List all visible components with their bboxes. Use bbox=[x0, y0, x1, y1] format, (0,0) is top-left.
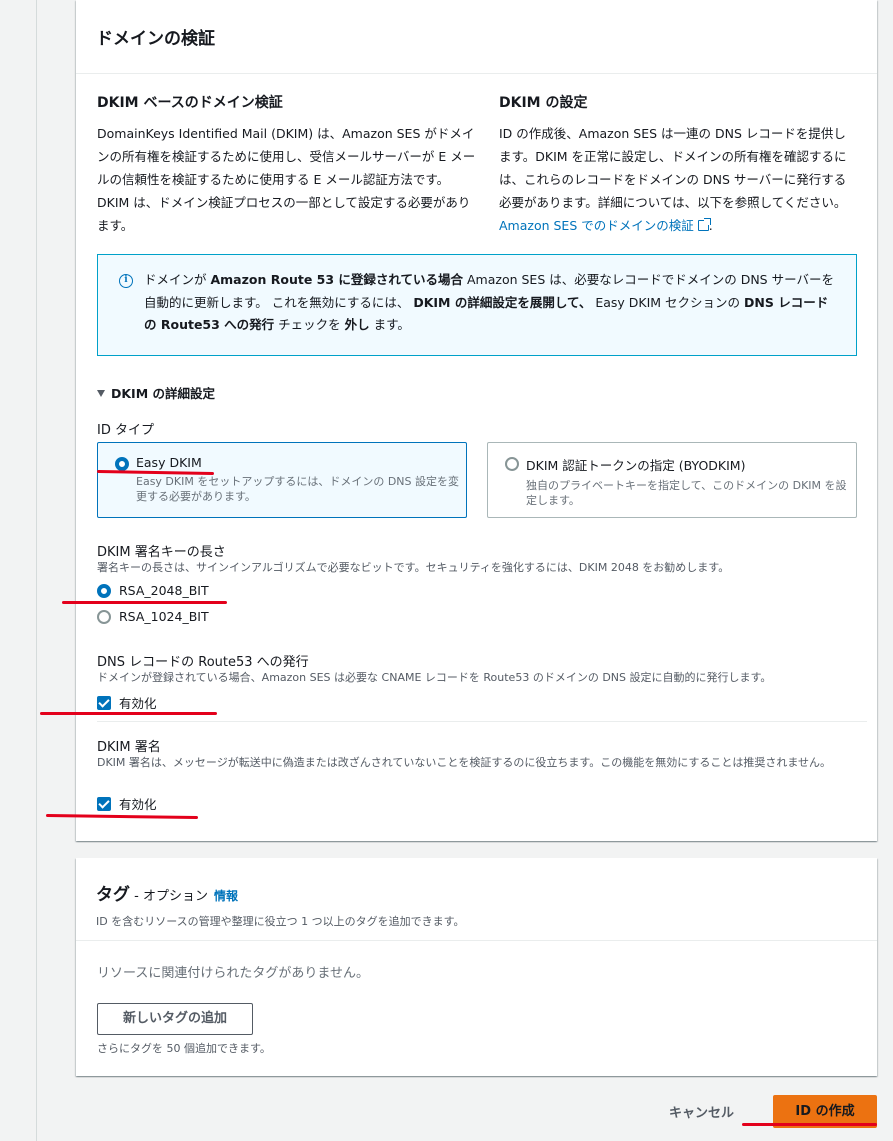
dkim-verification-heading: DKIM ベースのドメイン検証 bbox=[97, 95, 283, 111]
checkbox-checked-icon[interactable] bbox=[97, 796, 111, 811]
dkim-signing-enable-label: 有効化 bbox=[119, 797, 157, 812]
tags-limit-text: さらにタグを 50 個追加できます。 bbox=[97, 1042, 271, 1055]
info-icon: i bbox=[119, 274, 133, 288]
info-text: Easy DKIM セクションの bbox=[591, 294, 744, 310]
dkim-settings-text: ID の作成後、Amazon SES は一連の DNS レコードを提供します。D… bbox=[499, 126, 847, 233]
info-text: ドメインが bbox=[144, 272, 211, 287]
rsa-1024-option[interactable]: RSA_1024_BIT bbox=[97, 609, 209, 624]
rsa-2048-label: RSA_2048_BIT bbox=[119, 583, 209, 598]
route53-info-alert: i ドメインが Amazon Route 53 に登録されている場合 Amazo… bbox=[97, 254, 857, 356]
tags-panel: タグ - オプション 情報 ID を含むリソースの管理や整理に役立つ 1 つ以上の… bbox=[76, 858, 877, 1076]
dkim-settings-body: ID の作成後、Amazon SES は一連の DNS レコードを提供します。D… bbox=[499, 126, 847, 210]
external-link-icon bbox=[697, 218, 711, 231]
tags-panel-header: タグ - オプション 情報 ID を含むリソースの管理や整理に役立つ 1 つ以上の… bbox=[76, 858, 877, 941]
info-text: ます。 bbox=[369, 317, 410, 332]
easy-dkim-tile[interactable]: Easy DKIM Easy DKIM をセットアップするには、ドメインの DN… bbox=[97, 442, 467, 518]
checkbox-checked-icon[interactable] bbox=[97, 695, 111, 710]
key-length-desc: 署名キーの長さは、サインインアルゴリズムで必要なビットです。セキュリティを強化す… bbox=[97, 561, 730, 574]
info-bold: 外し bbox=[344, 317, 370, 332]
tags-description: ID を含むリソースの管理や整理に役立つ 1 つ以上のタグを追加できます。 bbox=[96, 915, 465, 928]
rsa-2048-option[interactable]: RSA_2048_BIT bbox=[97, 583, 209, 598]
annotation-underline bbox=[40, 712, 217, 715]
dkim-verification-text: DomainKeys Identified Mail (DKIM) は、Amaz… bbox=[97, 126, 476, 233]
easy-dkim-title: Easy DKIM bbox=[136, 455, 202, 470]
verify-domain-link-text[interactable]: Amazon SES でのドメインの検証 bbox=[499, 218, 694, 233]
add-tag-button[interactable]: 新しいタグの追加 bbox=[97, 1003, 253, 1035]
left-navigation-rail bbox=[0, 0, 37, 1141]
verify-domain-link[interactable]: Amazon SES でのドメインの検証 bbox=[499, 218, 711, 233]
dkim-signing-checkbox[interactable]: 有効化 bbox=[97, 794, 157, 813]
dkim-settings-heading: DKIM の設定 bbox=[499, 95, 588, 111]
caret-down-icon bbox=[97, 390, 105, 397]
tags-title: タグ bbox=[96, 885, 130, 905]
annotation-underline bbox=[742, 1123, 877, 1126]
radio-unselected-icon[interactable] bbox=[505, 457, 519, 471]
tags-info-link[interactable]: 情報 bbox=[214, 889, 238, 903]
route53-publish-label: DNS レコードの Route53 への発行 bbox=[97, 655, 309, 670]
route53-publish-checkbox[interactable]: 有効化 bbox=[97, 693, 157, 712]
dkim-signing-desc: DKIM 署名は、メッセージが転送中に偽造または改ざんされていないことを検証する… bbox=[97, 756, 832, 769]
byodkim-title: DKIM 認証トークンの指定 (BYODKIM) bbox=[526, 458, 746, 473]
advanced-settings-label: DKIM の詳細設定 bbox=[111, 386, 216, 401]
byodkim-tile[interactable]: DKIM 認証トークンの指定 (BYODKIM) 独自のプライベートキーを指定し… bbox=[487, 442, 857, 518]
info-bold: Amazon Route 53 に登録されている場合 bbox=[210, 272, 464, 287]
key-length-label: DKIM 署名キーの長さ bbox=[97, 545, 226, 560]
byodkim-desc: 独自のプライベートキーを指定して、このドメインの DKIM を設定します。 bbox=[526, 479, 847, 507]
divider bbox=[97, 721, 867, 722]
radio-selected-icon[interactable] bbox=[115, 457, 129, 471]
dkim-signing-label: DKIM 署名 bbox=[97, 740, 161, 755]
advanced-settings-toggle[interactable]: DKIM の詳細設定 bbox=[97, 383, 215, 402]
annotation-underline bbox=[62, 601, 227, 604]
dkim-settings-column: DKIM の設定 ID の作成後、Amazon SES は一連の DNS レコー… bbox=[477, 92, 857, 237]
cancel-button[interactable]: キャンセル bbox=[669, 1102, 734, 1121]
identity-type-label: ID タイプ bbox=[97, 423, 154, 438]
info-bold: DKIM の詳細設定を展開して、 bbox=[413, 294, 592, 310]
panel-title: ドメインの検証 bbox=[96, 29, 215, 49]
tags-empty-text: リソースに関連付けられたタグがありません。 bbox=[97, 966, 369, 981]
intro-columns: DKIM ベースのドメイン検証 DomainKeys Identified Ma… bbox=[97, 92, 857, 237]
rsa-1024-label: RSA_1024_BIT bbox=[119, 609, 209, 624]
tags-optional-label: - オプション bbox=[130, 889, 208, 904]
tags-title-row: タグ - オプション 情報 bbox=[96, 880, 857, 905]
easy-dkim-desc: Easy DKIM をセットアップするには、ドメインの DNS 設定を変更する必… bbox=[136, 475, 460, 503]
route53-publish-desc: ドメインが登録されている場合、Amazon SES は必要な CNAME レコー… bbox=[97, 671, 772, 684]
dkim-verification-column: DKIM ベースのドメイン検証 DomainKeys Identified Ma… bbox=[97, 92, 477, 237]
info-text: チェックを bbox=[274, 317, 345, 332]
panel-header: ドメインの検証 bbox=[76, 0, 877, 74]
radio-unselected-icon[interactable] bbox=[97, 609, 111, 624]
route53-enable-label: 有効化 bbox=[119, 696, 157, 711]
radio-selected-icon[interactable] bbox=[97, 583, 111, 598]
